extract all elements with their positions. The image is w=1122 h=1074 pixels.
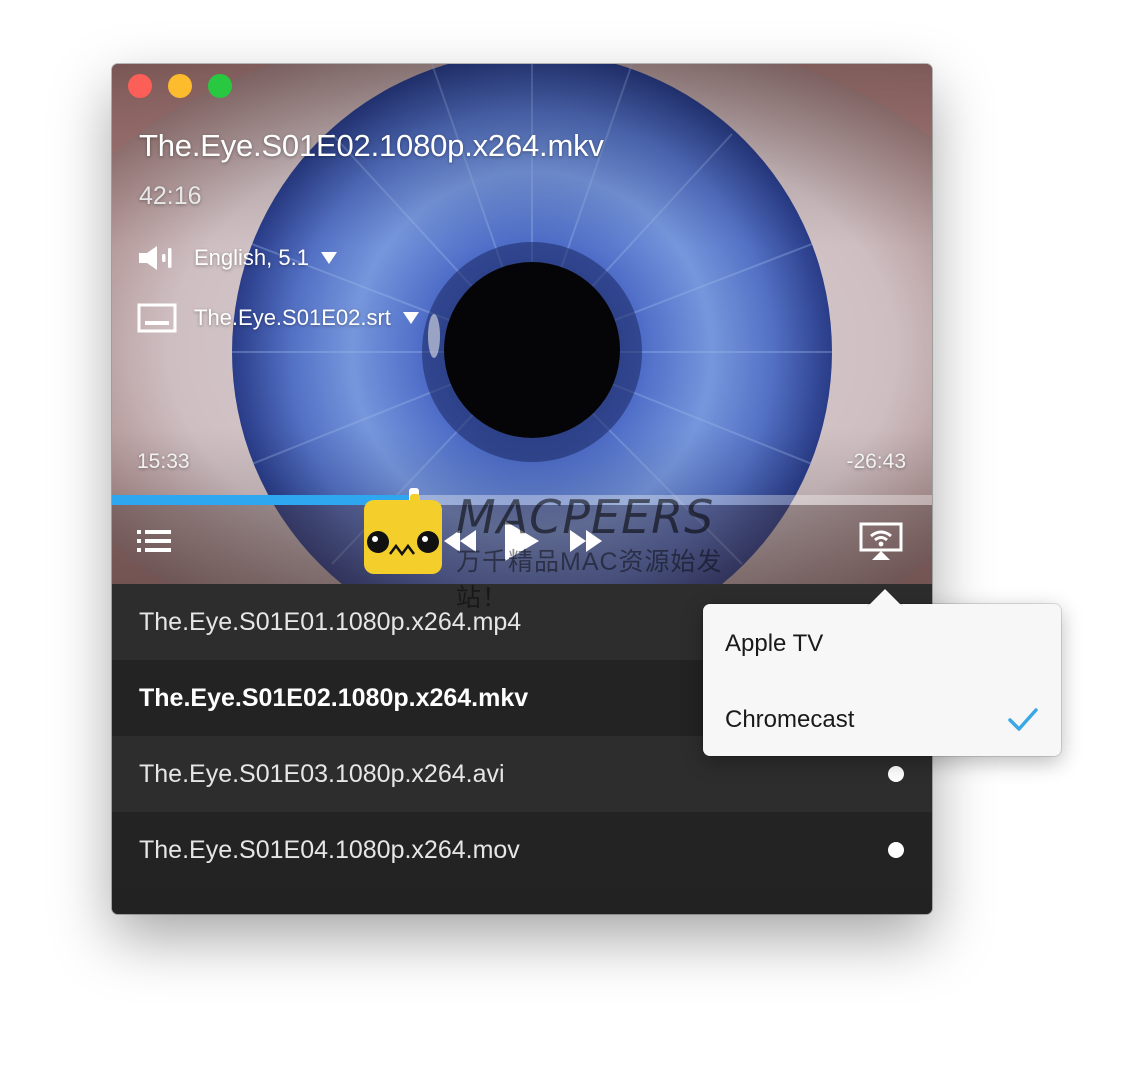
playlist-item-name: The.Eye.S01E03.1080p.x264.avi [139,759,505,788]
fast-forward-button[interactable] [568,525,604,561]
player-window: The.Eye.S01E02.1080p.x264.mkv 42:16 Engl… [112,64,932,914]
airplay-icon [859,522,903,565]
chevron-down-icon [402,312,419,324]
playlist-item-name: The.Eye.S01E02.1080p.x264.mkv [139,683,529,712]
unwatched-dot-icon [888,766,904,782]
subtitle-track-selector[interactable]: The.Eye.S01E02.srt [137,302,419,334]
cast-option-label: Chromecast [725,706,855,733]
video-area[interactable]: The.Eye.S01E02.1080p.x264.mkv 42:16 Engl… [112,64,932,584]
playlist-toggle-button[interactable] [134,525,174,561]
speaker-icon [137,242,177,274]
chevron-down-icon [320,252,337,264]
playlist-item[interactable]: The.Eye.S01E04.1080p.x264.mov [112,812,932,888]
cast-option-apple-tv[interactable]: Apple TV [703,616,1061,672]
video-title: The.Eye.S01E02.1080p.x264.mkv [139,128,604,163]
remaining-time: -26:43 [846,450,906,473]
elapsed-time: 15:33 [137,450,190,473]
close-button[interactable] [128,74,152,98]
zoom-button[interactable] [208,74,232,98]
playlist-item-name: The.Eye.S01E01.1080p.x264.mp4 [139,607,522,636]
cast-option-label: Apple TV [725,630,824,657]
popover-arrow [867,586,903,606]
unwatched-dot-icon [888,842,904,858]
audio-track-label: English, 5.1 [194,245,309,270]
minimize-button[interactable] [168,74,192,98]
cast-button[interactable] [858,522,904,565]
playlist-item-name: The.Eye.S01E04.1080p.x264.mov [139,835,520,864]
play-button[interactable] [500,519,544,567]
seek-bar-fill [112,495,414,505]
rewind-icon [444,529,476,557]
cast-option-chromecast[interactable]: Chromecast [703,692,1061,748]
cast-device-menu: Apple TV Chromecast [703,604,1061,756]
subtitles-icon [137,302,177,334]
checkmark-icon [1007,706,1039,734]
seek-bar[interactable] [112,488,932,512]
control-bar [112,505,932,584]
fast-forward-icon [570,529,602,557]
audio-track-selector[interactable]: English, 5.1 [137,242,337,274]
rewind-button[interactable] [442,525,478,561]
play-icon [505,520,539,566]
list-icon [137,529,171,558]
video-duration: 42:16 [139,182,202,210]
subtitle-track-label: The.Eye.S01E02.srt [194,305,391,330]
